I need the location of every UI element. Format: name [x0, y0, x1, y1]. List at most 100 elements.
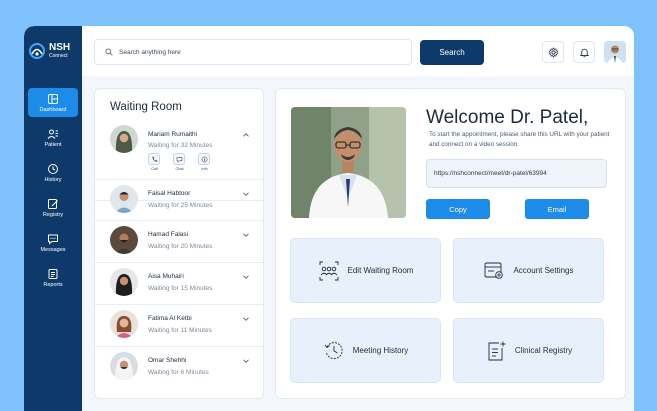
list-item[interactable]: Fatima Al Ketbi Waiting for 11 Minutes	[95, 305, 263, 347]
sidebar-item-label: Patient	[44, 141, 62, 148]
sidebar-item-dashboard[interactable]: Dashboard	[28, 88, 78, 117]
edit-waiting-room-card[interactable]: Edit Waiting Room	[290, 238, 441, 303]
chat-button[interactable]: Chat	[173, 153, 186, 171]
doctor-portrait-image	[291, 107, 406, 218]
card-label: Edit Waiting Room	[347, 266, 414, 275]
patient-name: Faisal Habtoor	[148, 190, 191, 197]
clinical-registry-card[interactable]: Clinical Registry	[453, 318, 604, 383]
patient-avatar	[110, 268, 138, 296]
patient-photo	[110, 268, 138, 296]
patient-wait-time: Waiting for 15 Minutes	[148, 285, 213, 292]
meeting-history-card[interactable]: Meeting History	[290, 318, 441, 383]
info-icon	[201, 156, 207, 162]
patient-avatar	[110, 125, 138, 153]
patient-actions: Call Chat Info	[148, 153, 223, 171]
waiting-room-title: Waiting Room	[110, 101, 182, 113]
patient-avatar	[110, 185, 138, 213]
dashboard-icon	[48, 93, 58, 104]
patient-icon	[47, 129, 58, 139]
search-input[interactable]: Search anything here	[94, 39, 412, 65]
patient-avatar	[110, 310, 138, 338]
registry-icon	[48, 198, 58, 209]
meeting-url: https://nshconnect/meet/dr-patel/63994	[434, 170, 547, 177]
chevron-up-icon[interactable]	[242, 131, 250, 139]
meeting-history-icon	[324, 341, 343, 359]
patient-name: Fatima Al Ketbi	[148, 315, 192, 322]
chevron-down-icon[interactable]	[242, 273, 250, 281]
top-bar: Search anything here Search	[82, 26, 634, 76]
sidebar-item-label: Reports	[43, 281, 63, 288]
patient-name: Omar Shehhi	[148, 357, 187, 364]
history-icon	[48, 163, 58, 174]
sidebar-item-patient[interactable]: Patient	[28, 123, 78, 152]
sidebar-item-label: History	[44, 176, 62, 183]
card-label: Account Settings	[513, 266, 574, 275]
sidebar-item-registry[interactable]: Registry	[28, 193, 78, 222]
gear-icon	[548, 46, 558, 58]
list-item[interactable]: Aisa Muhairi Waiting for 15 Minutes	[95, 263, 263, 305]
logo-icon	[29, 43, 45, 59]
doctor-avatar-image	[604, 41, 626, 63]
info-button[interactable]: Info	[198, 153, 211, 171]
patient-wait-time: Waiting for 32 Minutes	[148, 142, 213, 149]
card-label: Clinical Registry	[514, 346, 573, 355]
patient-photo	[110, 185, 138, 213]
sidebar-item-label: Registry	[42, 211, 64, 218]
card-label: Meeting History	[352, 346, 409, 355]
phone-icon	[151, 156, 157, 162]
chevron-down-icon[interactable]	[242, 315, 250, 323]
chevron-down-icon[interactable]	[242, 231, 250, 239]
patient-photo	[110, 310, 138, 338]
chevron-down-icon[interactable]	[242, 357, 250, 365]
waiting-room-panel: Waiting Room Mariam Rumaithi Waiting for…	[94, 88, 264, 399]
account-settings-card[interactable]: Account Settings	[453, 238, 604, 303]
logo-title: NSH	[49, 42, 71, 53]
notifications-button[interactable]	[573, 41, 595, 63]
patient-wait-time: Waiting for 25 Minutes	[148, 202, 213, 209]
patient-photo	[110, 352, 138, 380]
doctor-photo	[291, 107, 406, 218]
copy-button[interactable]: Copy	[426, 199, 490, 219]
call-label: Call	[151, 167, 158, 171]
clinical-registry-icon	[488, 341, 506, 360]
messages-icon	[48, 234, 58, 245]
logo-subtitle: Connect	[49, 53, 68, 59]
welcome-title: Welcome Dr. Patel,	[426, 107, 589, 128]
email-button[interactable]: Email	[525, 199, 589, 219]
patient-photo	[110, 226, 138, 254]
list-item[interactable]: Faisal Habtoor Waiting for 25 Minutes	[95, 179, 263, 221]
sidebar-nav: Dashboard Patient History Registry Messa…	[24, 88, 82, 298]
patient-avatar	[110, 352, 138, 380]
sidebar-item-messages[interactable]: Messages	[28, 228, 78, 257]
account-settings-icon	[485, 262, 504, 279]
chevron-down-icon[interactable]	[242, 190, 250, 198]
patient-wait-time: Waiting for 11 Minutes	[148, 327, 212, 334]
sidebar-item-history[interactable]: History	[28, 158, 78, 187]
patient-name: Hamad Falasi	[148, 231, 189, 238]
search-placeholder: Search anything here	[119, 48, 181, 56]
chat-icon	[176, 156, 182, 162]
app-window: NSH Connect Dashboard Patient History Re…	[24, 26, 634, 411]
sidebar-item-label: Messages	[40, 246, 66, 253]
logo: NSH Connect	[27, 41, 70, 61]
meeting-url-field[interactable]: https://nshconnect/meet/dr-patel/63994	[426, 159, 607, 188]
list-item[interactable]: Hamad Falasi Waiting for 20 Minutes	[95, 221, 263, 263]
chat-label: Chat	[175, 167, 184, 171]
call-button[interactable]: Call	[148, 153, 161, 171]
sidebar: NSH Connect Dashboard Patient History Re…	[24, 26, 82, 411]
bell-icon	[579, 48, 589, 57]
sidebar-item-label: Dashboard	[39, 106, 67, 113]
list-item[interactable]: Omar Shehhi Waiting for 6 Minutes	[95, 347, 263, 392]
welcome-description: To start the appointment, please share t…	[429, 131, 610, 148]
patient-name: Mariam Rumaithi	[148, 131, 198, 138]
user-avatar[interactable]	[604, 41, 626, 63]
search-button[interactable]: Search	[420, 40, 484, 65]
patient-name: Aisa Muhairi	[148, 273, 184, 280]
waiting-room-icon	[319, 261, 338, 280]
patient-wait-time: Waiting for 6 Minutes	[148, 369, 209, 376]
sidebar-item-reports[interactable]: Reports	[28, 263, 78, 292]
patient-avatar	[110, 226, 138, 254]
reports-icon	[48, 268, 58, 279]
info-label: Info	[201, 167, 208, 171]
settings-button[interactable]	[542, 41, 564, 63]
